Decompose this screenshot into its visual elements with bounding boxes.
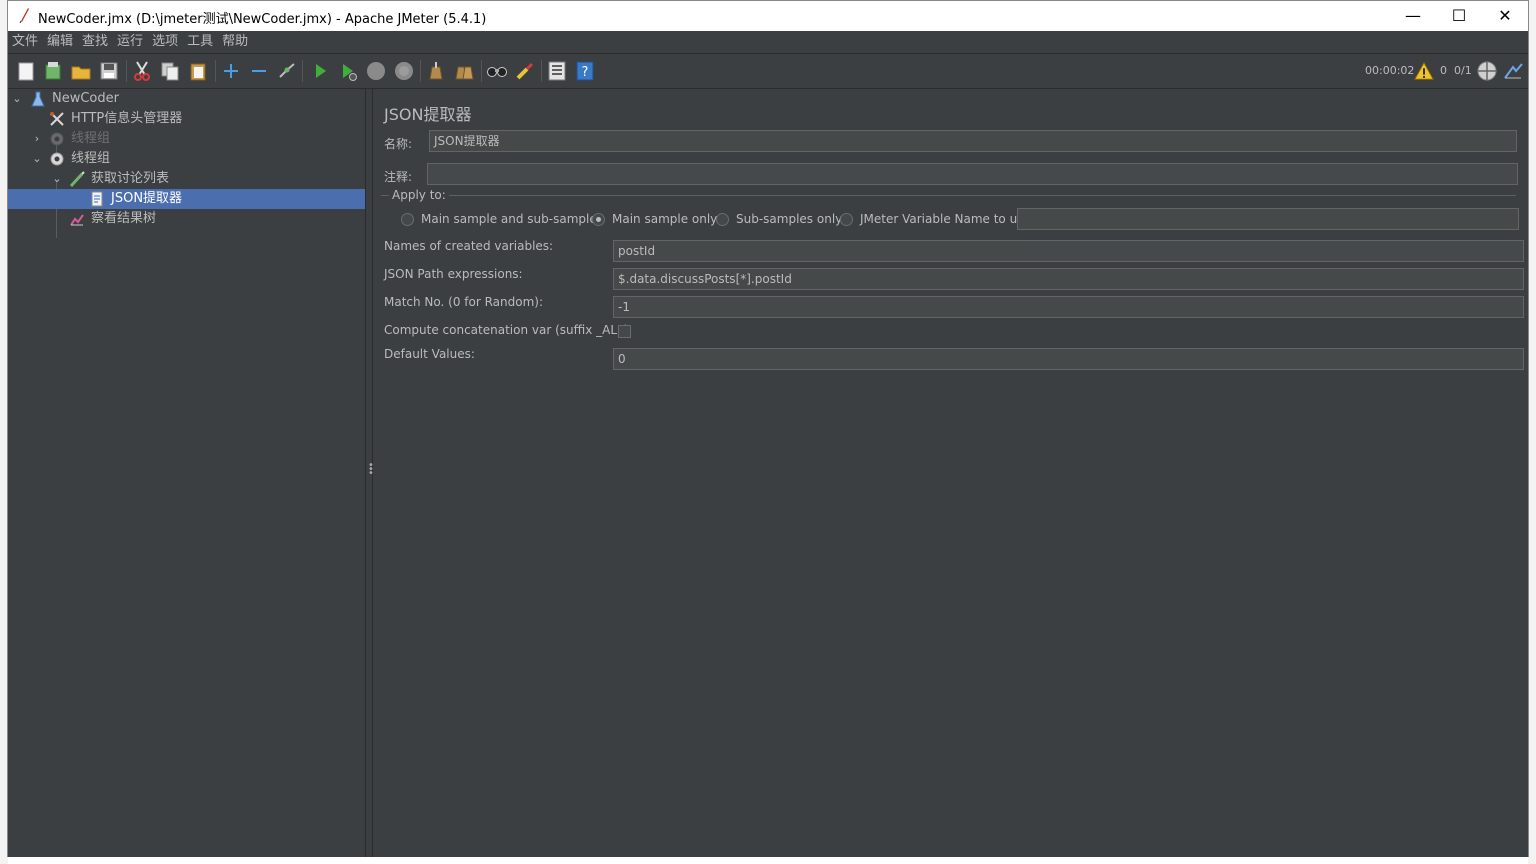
comment-label: 注释: xyxy=(384,170,413,184)
window-title: NewCoder.jmx (D:\jmeter测试\NewCoder.jmx) … xyxy=(38,12,487,27)
test-plan-icon xyxy=(31,91,45,107)
default-values-label: Default Values: xyxy=(384,347,475,361)
menu-bar: 文件 编辑 查找 运行 选项 工具 帮助 xyxy=(8,31,1528,54)
menu-edit[interactable]: 编辑 xyxy=(43,31,78,53)
menu-tools[interactable]: 工具 xyxy=(183,31,218,53)
templates-icon[interactable] xyxy=(41,59,65,83)
warning-count: 0 xyxy=(1440,64,1447,77)
radio-jmeter-variable[interactable] xyxy=(840,213,853,226)
menu-search[interactable]: 查找 xyxy=(78,31,113,53)
thread-group-icon xyxy=(50,152,64,166)
help-icon[interactable]: ? xyxy=(573,59,597,83)
editor-title: JSON提取器 xyxy=(384,105,472,124)
toolbar: ? 00:00:02 0 0/1 xyxy=(8,54,1528,89)
toolbar-separator xyxy=(126,60,127,82)
compute-concat-checkbox[interactable] xyxy=(618,325,631,338)
open-icon[interactable] xyxy=(69,59,93,83)
match-no-label: Match No. (0 for Random): xyxy=(384,295,544,309)
desktop-background-right xyxy=(1528,0,1536,864)
listener-icon xyxy=(70,214,84,226)
created-variables-field[interactable]: postId xyxy=(613,240,1524,262)
chevron-down-icon[interactable]: ⌄ xyxy=(11,89,23,109)
svg-text:?: ? xyxy=(582,65,589,80)
function-helper-icon[interactable] xyxy=(545,59,569,83)
comment-field[interactable] xyxy=(427,163,1518,185)
toolbar-separator xyxy=(215,60,216,82)
toolbar-separator xyxy=(302,60,303,82)
toolbar-separator xyxy=(481,60,482,82)
json-extractor-editor: JSON提取器 名称: JSON提取器 注释: Apply to: Main s… xyxy=(373,89,1528,857)
tree-item-http-header-manager[interactable]: HTTP信息头管理器 xyxy=(8,109,365,129)
sampler-icon xyxy=(69,171,85,187)
radio-sub-samples-only-label[interactable]: Sub-samples only xyxy=(736,212,842,226)
test-plan-tree: ⌄ NewCoder HTTP信息头管理器 › 线程组 ⌄ 线程组 ⌄ 获取讨论… xyxy=(8,89,365,857)
json-path-label: JSON Path expressions: xyxy=(384,267,523,281)
start-no-pause-icon[interactable] xyxy=(336,59,360,83)
apply-to-label: Apply to: xyxy=(389,188,449,202)
title-bar: NewCoder.jmx (D:\jmeter测试\NewCoder.jmx) … xyxy=(8,1,1528,31)
clear-icon[interactable] xyxy=(424,59,448,83)
name-label: 名称: xyxy=(384,137,413,151)
minimize-button[interactable]: — xyxy=(1390,1,1436,31)
clear-all-icon[interactable] xyxy=(452,59,476,83)
active-threads-count: 0/1 xyxy=(1454,64,1472,77)
tree-item-thread-group-disabled[interactable]: › 线程组 xyxy=(8,129,365,149)
tree-item-view-results-tree[interactable]: 察看结果树 xyxy=(8,209,365,229)
panel-splitter[interactable]: • • • xyxy=(365,89,374,857)
extractor-icon xyxy=(91,191,103,207)
warning-icon[interactable] xyxy=(1413,59,1435,83)
expand-icon[interactable] xyxy=(219,59,243,83)
json-path-field[interactable]: $.data.discussPosts[*].postId xyxy=(613,268,1524,290)
config-tool-icon xyxy=(50,112,64,126)
radio-sub-samples-only[interactable] xyxy=(716,213,729,226)
toggle-icon[interactable] xyxy=(275,59,299,83)
tree-item-thread-group[interactable]: ⌄ 线程组 xyxy=(8,149,365,169)
tree-item-sampler[interactable]: ⌄ 获取讨论列表 xyxy=(8,169,365,189)
elapsed-timer: 00:00:02 xyxy=(1365,64,1415,77)
paste-icon[interactable] xyxy=(186,59,210,83)
remote-status-icon[interactable] xyxy=(1475,59,1499,83)
toolbar-separator xyxy=(541,60,542,82)
radio-main-sample-only-label[interactable]: Main sample only xyxy=(612,212,717,226)
copy-icon[interactable] xyxy=(158,59,182,83)
tree-item-json-extractor[interactable]: JSON提取器 xyxy=(8,189,365,209)
radio-main-and-sub-samples-label[interactable]: Main sample and sub-samples xyxy=(421,212,603,226)
radio-jmeter-variable-label[interactable]: JMeter Variable Name to use xyxy=(860,212,1031,226)
default-values-field[interactable]: 0 xyxy=(613,348,1524,370)
menu-options[interactable]: 选项 xyxy=(148,31,183,53)
chevron-down-icon[interactable]: ⌄ xyxy=(51,169,63,189)
stop-icon[interactable] xyxy=(364,59,388,83)
tree-item-test-plan[interactable]: ⌄ NewCoder xyxy=(8,89,365,109)
compute-concat-label: Compute concatenation var (suffix _ALL): xyxy=(384,323,633,337)
menu-help[interactable]: 帮助 xyxy=(218,31,253,53)
menu-file[interactable]: 文件 xyxy=(8,31,43,53)
maximize-button[interactable]: ☐ xyxy=(1436,1,1482,31)
radio-main-sample-only[interactable] xyxy=(592,213,605,226)
chevron-right-icon[interactable]: › xyxy=(31,129,43,149)
collapse-icon[interactable] xyxy=(247,59,271,83)
toolbar-separator xyxy=(420,60,421,82)
save-icon[interactable] xyxy=(97,59,121,83)
reset-search-icon[interactable] xyxy=(513,59,537,83)
match-no-field[interactable]: -1 xyxy=(613,296,1524,318)
thread-group-icon xyxy=(50,132,64,146)
search-icon[interactable] xyxy=(485,59,509,83)
cut-icon[interactable] xyxy=(130,59,154,83)
jmeter-feather-icon xyxy=(19,8,29,23)
name-field[interactable]: JSON提取器 xyxy=(429,130,1517,152)
close-button[interactable]: ✕ xyxy=(1482,1,1528,31)
shutdown-icon[interactable] xyxy=(392,59,416,83)
start-icon[interactable] xyxy=(308,59,332,83)
jmeter-variable-name-field[interactable] xyxy=(1017,208,1519,230)
menu-run[interactable]: 运行 xyxy=(113,31,148,53)
created-variables-label: Names of created variables: xyxy=(384,239,554,253)
jmeter-window: NewCoder.jmx (D:\jmeter测试\NewCoder.jmx) … xyxy=(7,0,1529,857)
radio-main-and-sub-samples[interactable] xyxy=(401,213,414,226)
chevron-down-icon[interactable]: ⌄ xyxy=(31,149,43,169)
log-viewer-icon[interactable] xyxy=(1501,59,1525,83)
new-icon[interactable] xyxy=(14,59,38,83)
